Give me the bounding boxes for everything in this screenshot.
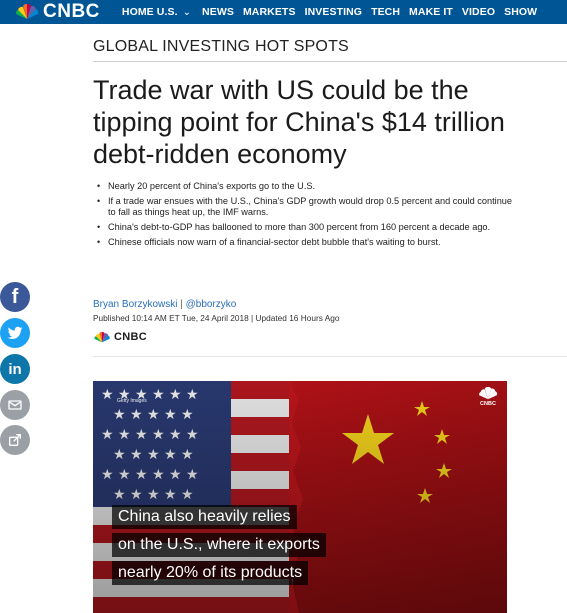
divider xyxy=(93,61,567,62)
divider xyxy=(93,356,567,357)
video-cnbc-logo: CNBC xyxy=(475,387,501,409)
share-button[interactable] xyxy=(0,425,30,455)
twitter-share-button[interactable] xyxy=(0,318,30,348)
source-logo-text: CNBC xyxy=(114,331,147,343)
nav-tech[interactable]: TECH xyxy=(371,6,400,18)
key-point: Nearly 20 percent of China's exports go … xyxy=(96,181,516,192)
article-hero-image[interactable]: ★ ★ ★ ★ ★ ★ ★ ★ ★ ★ ★ ★ ★ ★ ★ ★ ★ ★ ★ ★ … xyxy=(93,381,507,613)
email-share-button[interactable] xyxy=(0,390,30,420)
email-icon xyxy=(8,400,22,410)
key-points-list: Nearly 20 percent of China's exports go … xyxy=(96,181,516,252)
nav-markets[interactable]: MARKETS xyxy=(243,6,296,18)
key-point: If a trade war ensues with the U.S., Chi… xyxy=(96,196,516,218)
main-nav: HOME U.S. ⌄ NEWS MARKETS INVESTING TECH … xyxy=(122,6,537,18)
facebook-share-button[interactable]: f xyxy=(0,282,30,312)
video-caption: China also heavily relies on the U.S., w… xyxy=(112,505,326,589)
facebook-icon: f xyxy=(11,285,19,308)
twitter-icon xyxy=(7,326,23,339)
chevron-down-icon[interactable]: ⌄ xyxy=(183,7,191,18)
nav-investing[interactable]: INVESTING xyxy=(305,6,363,18)
section-label[interactable]: GLOBAL INVESTING HOT SPOTS xyxy=(93,38,349,56)
author-twitter-link[interactable]: @bborzyko xyxy=(186,299,237,310)
nav-news[interactable]: NEWS xyxy=(202,6,234,18)
video-logo-text: CNBC xyxy=(480,401,496,407)
site-header: CNBC HOME U.S. ⌄ NEWS MARKETS INVESTING … xyxy=(0,0,567,24)
article-headline: Trade war with US could be the tipping p… xyxy=(93,75,505,169)
publish-timestamp: Published 10:14 AM ET Tue, 24 April 2018… xyxy=(93,313,340,323)
source-logo: CNBC xyxy=(93,331,147,343)
caption-line: on the U.S., where it exports xyxy=(112,533,326,557)
nav-home-us[interactable]: HOME U.S. xyxy=(122,6,178,18)
peacock-icon xyxy=(15,4,39,20)
author-link[interactable]: Bryan Borzykowski xyxy=(93,299,177,310)
byline: Bryan Borzykowski | @bborzyko xyxy=(93,299,236,310)
nav-show[interactable]: SHOW xyxy=(504,6,537,18)
linkedin-icon: in xyxy=(8,360,22,378)
caption-line: China also heavily relies xyxy=(112,505,297,529)
linkedin-share-button[interactable]: in xyxy=(0,354,30,384)
cnbc-logo[interactable]: CNBC xyxy=(14,0,100,24)
share-icon xyxy=(9,434,21,446)
image-credit: Getty Images xyxy=(117,398,147,404)
nav-make-it[interactable]: MAKE IT xyxy=(409,6,453,18)
peacock-icon xyxy=(479,387,498,400)
peacock-icon xyxy=(94,331,110,342)
key-point: Chinese officials now warn of a financia… xyxy=(96,237,516,248)
nav-video[interactable]: VIDEO xyxy=(462,6,495,18)
caption-line: nearly 20% of its products xyxy=(112,561,309,585)
key-point: China's debt-to-GDP has ballooned to mor… xyxy=(96,222,516,233)
byline-separator: | xyxy=(180,299,183,310)
logo-text: CNBC xyxy=(43,1,100,22)
